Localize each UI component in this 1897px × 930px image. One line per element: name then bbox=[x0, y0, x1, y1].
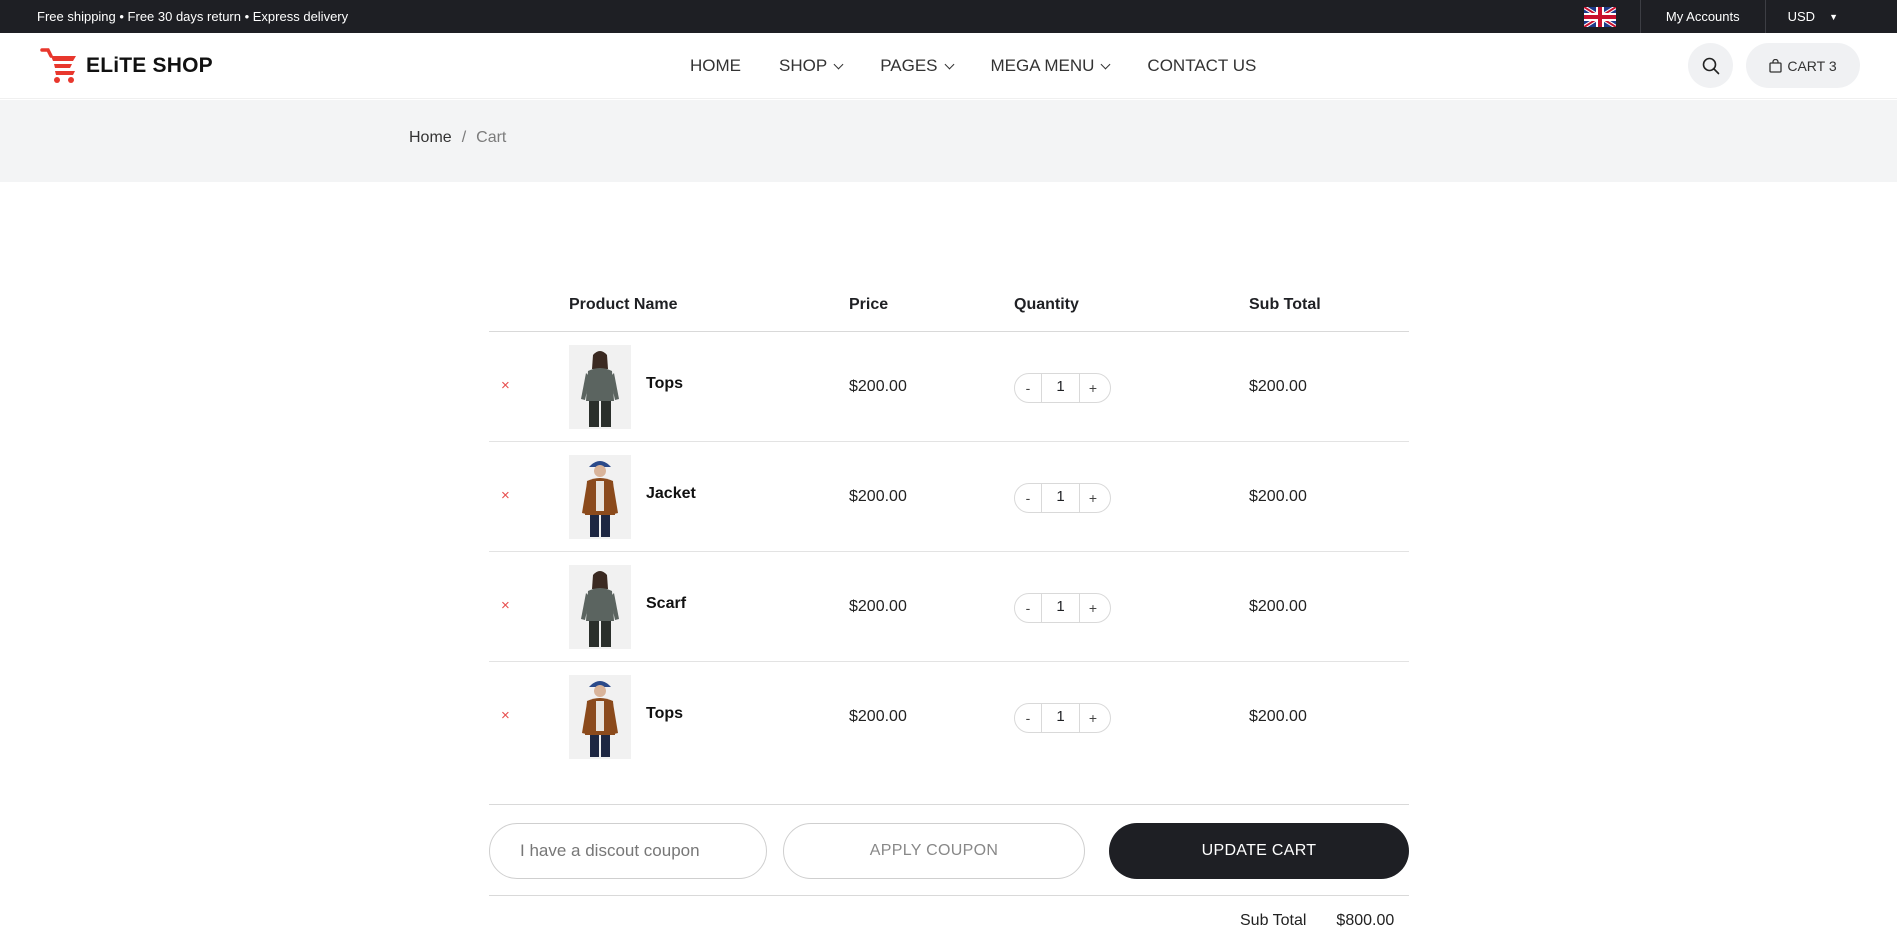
coupon-actions: I have a discout coupon APPLY COUPON UPD… bbox=[489, 804, 1409, 896]
nav-mega-menu[interactable]: MEGA MENU bbox=[990, 56, 1111, 76]
logo-text: ELiTE SHOP bbox=[86, 53, 213, 77]
column-subtotal: Sub Total bbox=[1249, 296, 1321, 313]
product-price: $200.00 bbox=[849, 598, 907, 615]
coupon-input[interactable]: I have a discout coupon bbox=[489, 823, 767, 879]
product-name[interactable]: Jacket bbox=[646, 485, 696, 503]
logo[interactable]: ELiTE SHOP bbox=[40, 47, 213, 85]
shopping-bag-icon bbox=[1769, 58, 1783, 73]
chevron-down-icon bbox=[944, 59, 954, 69]
decrease-quantity-button[interactable]: - bbox=[1015, 710, 1041, 726]
cart-button[interactable]: CART 3 bbox=[1746, 43, 1860, 88]
my-accounts-link[interactable]: My Accounts bbox=[1641, 9, 1765, 24]
quantity-input[interactable]: 1 bbox=[1041, 703, 1080, 733]
nav-shop[interactable]: SHOP bbox=[779, 56, 844, 76]
cart-label: CART 3 bbox=[1787, 57, 1837, 74]
product-name[interactable]: Tops bbox=[646, 375, 683, 393]
quantity-stepper: - 1 + bbox=[1014, 373, 1111, 403]
breadcrumb-band: Home / Cart bbox=[0, 100, 1897, 182]
uk-flag-icon[interactable] bbox=[1583, 6, 1616, 27]
product-name[interactable]: Tops bbox=[646, 705, 683, 723]
nav-label: SHOP bbox=[779, 56, 828, 75]
column-product-name: Product Name bbox=[569, 296, 678, 313]
product-price: $200.00 bbox=[849, 488, 907, 505]
promo-text: Free shipping • Free 30 days return • Ex… bbox=[37, 9, 349, 24]
nav-label: HOME bbox=[690, 56, 741, 75]
product-image[interactable] bbox=[569, 675, 631, 759]
cart-logo-icon bbox=[40, 47, 76, 83]
nav-pages[interactable]: PAGES bbox=[880, 56, 954, 76]
table-header: Product Name Price Quantity Sub Total bbox=[489, 290, 1409, 332]
decrease-quantity-button[interactable]: - bbox=[1015, 490, 1041, 506]
remove-item-button[interactable]: × bbox=[501, 377, 510, 394]
product-price: $200.00 bbox=[849, 378, 907, 395]
table-row: × Tops $200.00 - 1 + $200.00 bbox=[489, 332, 1409, 442]
remove-item-button[interactable]: × bbox=[501, 487, 510, 504]
column-quantity: Quantity bbox=[1014, 296, 1079, 313]
table-row: × Jacket $200.00 - 1 + $200.00 bbox=[489, 442, 1409, 552]
row-subtotal: $200.00 bbox=[1249, 488, 1307, 505]
breadcrumb-current: Cart bbox=[476, 129, 507, 146]
currency-selector[interactable]: USD ▼ bbox=[1766, 9, 1860, 24]
breadcrumb: Home / Cart bbox=[409, 129, 506, 147]
row-subtotal: $200.00 bbox=[1249, 378, 1307, 395]
increase-quantity-button[interactable]: + bbox=[1080, 710, 1106, 726]
nav-contact-us[interactable]: CONTACT US bbox=[1147, 56, 1256, 76]
subtotal-label: Sub Total bbox=[1240, 912, 1307, 929]
quantity-stepper: - 1 + bbox=[1014, 703, 1111, 733]
search-icon bbox=[1702, 57, 1719, 74]
decrease-quantity-button[interactable]: - bbox=[1015, 380, 1041, 396]
product-image[interactable] bbox=[569, 455, 631, 539]
quantity-input[interactable]: 1 bbox=[1041, 483, 1080, 513]
remove-item-button[interactable]: × bbox=[501, 597, 510, 614]
nav-label: MEGA MENU bbox=[990, 56, 1095, 75]
nav-label: PAGES bbox=[880, 56, 938, 75]
table-row: × Scarf $200.00 - 1 + $200.00 bbox=[489, 552, 1409, 662]
search-button[interactable] bbox=[1688, 43, 1733, 88]
row-subtotal: $200.00 bbox=[1249, 598, 1307, 615]
cart-totals: Sub Total $800.00 bbox=[1240, 912, 1394, 930]
top-bar: Free shipping • Free 30 days return • Ex… bbox=[0, 0, 1897, 33]
product-image[interactable] bbox=[569, 565, 631, 649]
row-subtotal: $200.00 bbox=[1249, 708, 1307, 725]
main-header: ELiTE SHOP HOME SHOP PAGES MEGA MENU CON… bbox=[0, 33, 1897, 99]
apply-coupon-button[interactable]: APPLY COUPON bbox=[783, 823, 1085, 879]
quantity-stepper: - 1 + bbox=[1014, 593, 1111, 623]
breadcrumb-separator: / bbox=[461, 129, 467, 146]
breadcrumb-home[interactable]: Home bbox=[409, 129, 452, 147]
chevron-down-icon: ▼ bbox=[1829, 11, 1838, 22]
quantity-input[interactable]: 1 bbox=[1041, 373, 1080, 403]
nav-home[interactable]: HOME bbox=[690, 56, 741, 76]
update-cart-button[interactable]: UPDATE CART bbox=[1109, 823, 1409, 879]
column-price: Price bbox=[849, 296, 889, 313]
chevron-down-icon bbox=[833, 59, 844, 69]
currency-value: USD bbox=[1787, 9, 1816, 24]
quantity-stepper: - 1 + bbox=[1014, 483, 1111, 513]
main-nav: HOME SHOP PAGES MEGA MENU CONTACT US bbox=[690, 33, 1294, 99]
product-name[interactable]: Scarf bbox=[646, 595, 686, 613]
increase-quantity-button[interactable]: + bbox=[1080, 600, 1106, 616]
topbar-right: My Accounts USD ▼ bbox=[1583, 0, 1860, 33]
increase-quantity-button[interactable]: + bbox=[1080, 380, 1106, 396]
remove-item-button[interactable]: × bbox=[501, 707, 510, 724]
subtotal-value: $800.00 bbox=[1336, 912, 1395, 929]
product-price: $200.00 bbox=[849, 708, 907, 725]
cart-table: Product Name Price Quantity Sub Total × … bbox=[489, 290, 1409, 772]
table-row: × Tops $200.00 - 1 + $200.00 bbox=[489, 662, 1409, 772]
product-image[interactable] bbox=[569, 345, 631, 429]
nav-label: CONTACT US bbox=[1147, 56, 1257, 75]
decrease-quantity-button[interactable]: - bbox=[1015, 600, 1041, 616]
increase-quantity-button[interactable]: + bbox=[1080, 490, 1106, 506]
quantity-input[interactable]: 1 bbox=[1041, 593, 1080, 623]
chevron-down-icon bbox=[1100, 59, 1111, 69]
